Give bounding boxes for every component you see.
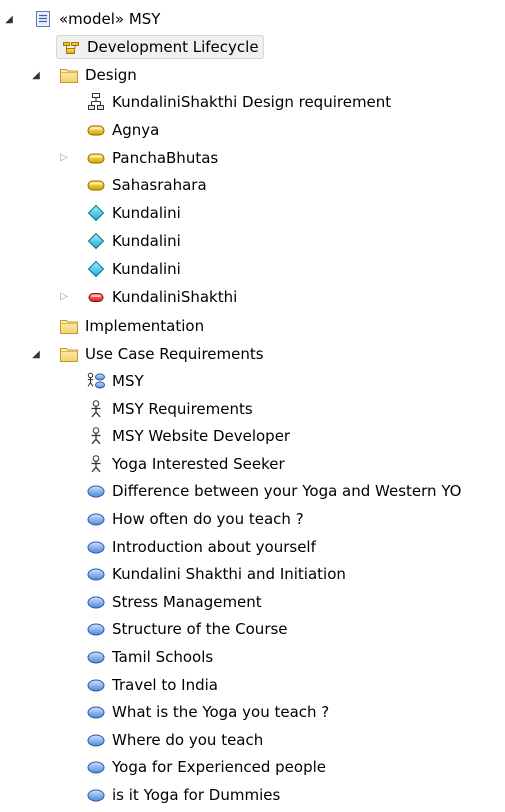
tree-item[interactable]: What is the Yoga you teach ?: [86, 700, 329, 724]
tree-item[interactable]: MSY Requirements: [86, 397, 253, 421]
selection-highlight: Development Lifecycle: [56, 35, 264, 59]
tree-item[interactable]: Kundalini: [86, 201, 181, 225]
tree-item[interactable]: Structure of the Course: [86, 617, 288, 641]
tree-item[interactable]: Stress Management: [86, 590, 262, 614]
package-diagram-icon: [61, 37, 81, 57]
usecase-ellipse-icon: [86, 592, 106, 612]
tree-item-label: Tamil Schools: [112, 648, 214, 666]
model-icon: [33, 9, 53, 29]
tree-item[interactable]: Yoga Interested Seeker: [86, 452, 285, 476]
tree-item[interactable]: KundaliniShakthi Design requirement: [86, 90, 391, 114]
tree-node-label: Use Case Requirements: [85, 345, 264, 363]
usecase-ellipse-icon: [86, 675, 106, 695]
tree-item[interactable]: Kundalini: [86, 229, 181, 253]
usecase-ellipse-icon: [86, 757, 106, 777]
tree-item-label: Kundalini: [112, 232, 181, 250]
tree-item-label: KundaliniShakthi Design requirement: [112, 93, 392, 111]
tree-node-implementation[interactable]: Implementation: [59, 314, 204, 338]
folder-icon: [59, 65, 79, 85]
actor-icon: [86, 399, 106, 419]
tree-node-label: Design: [85, 66, 137, 84]
tree-item[interactable]: Kundalini Shakthi and Initiation: [86, 562, 346, 586]
tree-item-label: Structure of the Course: [112, 620, 288, 639]
yellow-block-icon: [86, 148, 106, 168]
tree-item-label: Kundalini: [112, 259, 181, 278]
cyan-diamond-icon: [86, 231, 106, 251]
tree-item[interactable]: MSY: [86, 369, 144, 393]
folder-icon: [59, 344, 79, 364]
actor-icon: [86, 454, 106, 474]
tree-item-label: Kundalini Shakthi and Initiation: [112, 565, 346, 584]
usecase-ellipse-icon: [86, 785, 106, 805]
requirement-diagram-icon: [86, 92, 106, 112]
usecase-ellipse-icon: [86, 509, 106, 529]
tree-item[interactable]: Kundalini: [86, 257, 181, 281]
tree-item-label: Travel to India: [112, 675, 218, 694]
tree-item-label: is it Yoga for Dummies: [112, 786, 281, 804]
tree-node-label: «model» MSY: [59, 10, 161, 28]
tree-item-label: PanchaBhutas: [112, 148, 219, 167]
tree-item-label: MSY: [112, 372, 144, 390]
red-block-icon: [86, 287, 106, 307]
tree-item[interactable]: Agnya: [86, 118, 159, 142]
tree-node-design[interactable]: Design: [59, 63, 137, 87]
usecase-ellipse-icon: [86, 647, 106, 667]
tree-item-label: MSY Requirements: [112, 399, 253, 418]
collapse-toggle[interactable]: ▷: [58, 285, 70, 309]
tree-item[interactable]: Yoga for Experienced people: [86, 755, 326, 779]
cyan-diamond-icon: [86, 259, 106, 279]
usecase-ellipse-icon: [86, 481, 106, 501]
usecase-ellipse-icon: [86, 564, 106, 584]
tree-item-label: Yoga for Experienced people: [112, 758, 327, 777]
tree-item-label: Introduction about yourself: [112, 537, 316, 556]
tree-item[interactable]: Sahasrahara: [86, 173, 207, 197]
tree-item[interactable]: PanchaBhutas: [86, 146, 218, 170]
tree-item[interactable]: Travel to India: [86, 673, 218, 697]
usecase-ellipse-icon: [86, 619, 106, 639]
tree-item-label: KundaliniShakthi: [112, 287, 238, 306]
yellow-block-icon: [86, 175, 106, 195]
usecase-ellipse-icon: [86, 730, 106, 750]
tree-item[interactable]: Introduction about yourself: [86, 535, 316, 559]
tree-node-development-lifecycle[interactable]: Development Lifecycle: [56, 35, 264, 59]
tree-item-label: What is the Yoga you teach ?: [112, 703, 330, 722]
tree-item-label: Stress Management: [112, 592, 262, 611]
tree-item-label: Yoga Interested Seeker: [112, 454, 285, 473]
tree-item[interactable]: Where do you teach: [86, 728, 263, 752]
tree-item-label: MSY Website Developer: [112, 427, 291, 446]
collapse-toggle[interactable]: ▷: [58, 146, 70, 170]
tree-item-label: How often do you teach ?: [112, 510, 304, 528]
tree-item[interactable]: is it Yoga for Dummies: [86, 783, 280, 807]
actor-icon: [86, 426, 106, 446]
expand-toggle[interactable]: ◢: [30, 342, 42, 366]
tree-item[interactable]: Difference between your Yoga and Western…: [86, 479, 461, 503]
tree-item[interactable]: Tamil Schools: [86, 645, 213, 669]
tree-item[interactable]: KundaliniShakthi: [86, 285, 237, 309]
tree-item[interactable]: How often do you teach ?: [86, 507, 304, 531]
tree-node-use-case-requirements[interactable]: Use Case Requirements: [59, 342, 264, 366]
expand-toggle[interactable]: ◢: [3, 7, 15, 31]
yellow-block-icon: [86, 120, 106, 140]
tree-node-label: Development Lifecycle: [87, 38, 259, 56]
tree-item-label: Sahasrahara: [112, 176, 207, 195]
usecase-ellipse-icon: [86, 702, 106, 722]
cyan-diamond-icon: [86, 203, 106, 223]
tree-item[interactable]: MSY Website Developer: [86, 424, 290, 448]
tree-item-label: Agnya: [112, 120, 160, 139]
tree-item-label: Kundalini: [112, 204, 181, 223]
expand-toggle[interactable]: ◢: [30, 63, 42, 87]
tree-item-label: Where do you teach: [112, 730, 264, 749]
tree-node-label: Implementation: [85, 317, 205, 335]
usecase-ellipse-icon: [86, 537, 106, 557]
tree-node-root[interactable]: «model» MSY: [33, 7, 160, 31]
folder-icon: [59, 316, 79, 336]
usecase-diagram-icon: [86, 371, 106, 391]
tree-item-label: Difference between your Yoga and Western…: [112, 482, 462, 501]
